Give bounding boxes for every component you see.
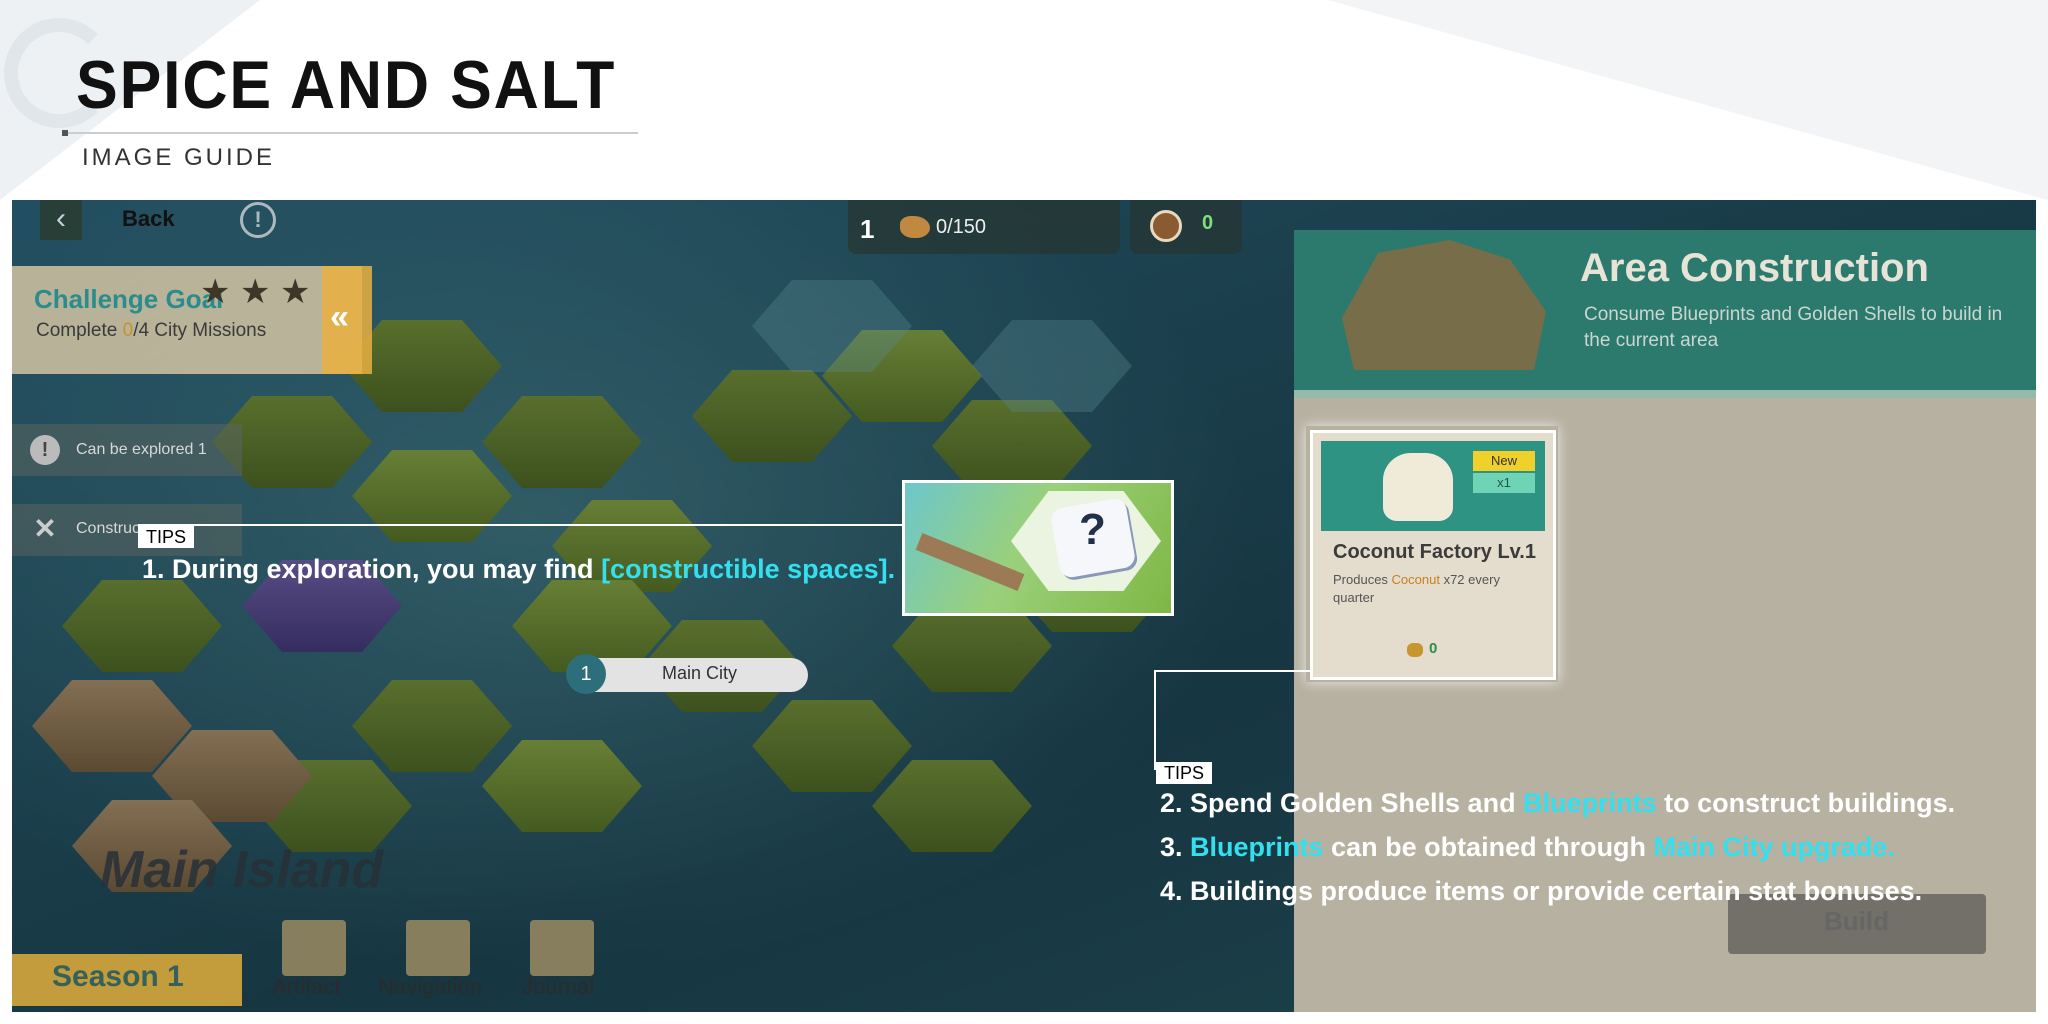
info-icon[interactable]: !: [240, 202, 276, 238]
desc-prefix: Produces: [1333, 572, 1392, 587]
collapse-chevron-icon[interactable]: «: [330, 298, 349, 337]
coconut-bar: [1130, 200, 1242, 254]
tip2-prefix: 2. Spend Golden Shells and: [1160, 788, 1524, 818]
tip3-highlight-upgrade: Main City upgrade.: [1653, 832, 1896, 862]
star-icon: ★: [200, 273, 231, 311]
tip1-highlight: [constructible spaces].: [601, 554, 896, 584]
coconut-count: 0: [1202, 212, 1214, 234]
island-name: Main Island: [100, 841, 384, 899]
tip1-prefix: 1. During exploration, you may find: [142, 554, 602, 584]
coconut-icon: [1150, 210, 1182, 242]
title-divider: [62, 132, 638, 134]
challenge-goal-title: Challenge Goal: [34, 284, 224, 314]
guide-header: SPICE AND SALT IMAGE GUIDE: [0, 0, 2048, 200]
wrench-icon: ✕: [33, 513, 57, 544]
tip2-connector-horizontal: [1154, 670, 1312, 672]
back-label[interactable]: Back: [122, 206, 175, 232]
tip2-suffix: to construct buildings.: [1656, 788, 1956, 818]
new-badge: New: [1473, 451, 1535, 471]
main-city-label: Main City: [662, 663, 738, 683]
tip2-tag: TIPS: [1156, 762, 1213, 784]
question-mark-icon: ?: [1079, 505, 1106, 554]
back-button[interactable]: ‹: [40, 200, 82, 240]
artifact-button-label[interactable]: Artifact: [272, 974, 340, 1000]
tip1-text: 1. During exploration, you may find [con…: [142, 554, 895, 585]
tip1-connector-line: [138, 524, 904, 526]
golden-shell-icon: [1407, 643, 1423, 657]
goal-text-prefix: Complete: [36, 320, 123, 341]
shell-icon: [900, 216, 930, 238]
goal-progress: 0: [122, 320, 134, 341]
tip2-highlight: Blueprints: [1523, 788, 1657, 818]
artifact-icon[interactable]: [282, 920, 346, 976]
building-cost: 0: [1429, 640, 1438, 657]
tip3-middle: can be obtained through: [1323, 832, 1654, 862]
panel-title: Area Construction: [1580, 246, 1929, 290]
tip2-text: 2. Spend Golden Shells and Blueprints to…: [1160, 788, 1955, 819]
header-decor-right: [1328, 0, 2048, 200]
building-description: Produces Coconut x72 every quarter: [1333, 571, 1533, 607]
tip2-connector-vertical: [1154, 670, 1156, 770]
navigation-button-label[interactable]: Navigation: [378, 974, 482, 1000]
tip1-tag: TIPS: [138, 526, 195, 548]
panel-description: Consume Blueprints and Golden Shells to …: [1584, 304, 2003, 351]
challenge-goal-text: Complete 0/4 City Missions: [36, 320, 266, 342]
log-decor: [915, 533, 1025, 591]
star-icon: ★: [280, 273, 311, 311]
count-badge: x1: [1473, 473, 1535, 493]
tip3-number: 3.: [1160, 832, 1191, 862]
navigation-icon[interactable]: [406, 920, 470, 976]
resource-count: 0/150: [936, 216, 987, 238]
resource-level: 1: [860, 214, 875, 244]
side-construct-label: Construc: [76, 520, 141, 537]
side-explore-label: Can be explored 1: [76, 441, 207, 458]
desc-highlight: Coconut: [1391, 572, 1440, 587]
season-label: Season 1: [52, 960, 184, 993]
panel-header-strip: [1294, 390, 2036, 398]
coconut-factory-icon: [1383, 453, 1453, 521]
building-card[interactable]: New x1 Coconut Factory Lv.1 Produces Coc…: [1310, 430, 1556, 680]
journal-icon[interactable]: [530, 920, 594, 976]
building-name: Coconut Factory Lv.1: [1333, 541, 1536, 563]
tip3-text: 3. Blueprints can be obtained through Ma…: [1160, 832, 1895, 863]
journal-button-label[interactable]: Journal: [522, 974, 594, 1000]
constructible-space-callout: ?: [902, 480, 1174, 616]
exclamation-icon: !: [30, 435, 60, 465]
star-icon: ★: [240, 273, 271, 311]
tip3-highlight-blueprints: Blueprints: [1190, 832, 1324, 862]
goal-text-suffix: /4 City Missions: [133, 320, 267, 341]
tip4-text: 4. Buildings produce items or provide ce…: [1160, 876, 1923, 906]
build-button-label[interactable]: Build: [1824, 906, 1889, 937]
page-title: SPICE AND SALT: [76, 47, 617, 123]
page-subtitle: IMAGE GUIDE: [82, 144, 276, 171]
divider-dot: [62, 130, 68, 136]
city-number-badge: 1: [566, 654, 606, 694]
